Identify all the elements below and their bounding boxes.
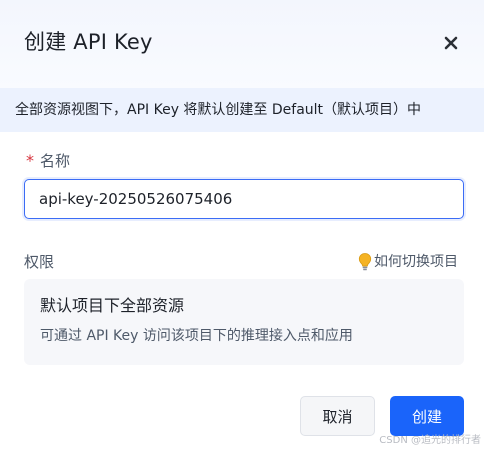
required-mark: * — [26, 151, 34, 170]
name-label-text: 名称 — [40, 152, 71, 170]
create-api-key-dialog: 创建 API Key 全部资源视图下，API Key 将默认创建至 Defaul… — [0, 0, 484, 451]
info-banner: 全部资源视图下，API Key 将默认创建至 Default（默认项目）中 — [0, 88, 484, 132]
cancel-button[interactable]: 取消 — [300, 396, 375, 436]
name-input[interactable] — [24, 179, 464, 219]
permission-label: 权限 — [24, 253, 55, 271]
switch-project-text: 如何切换项目 — [374, 254, 458, 270]
permission-card-title: 默认项目下全部资源 — [40, 296, 185, 315]
dialog-header: 创建 API Key — [0, 0, 484, 88]
switch-project-link[interactable]: 如何切换项目 — [358, 251, 458, 273]
close-icon[interactable] — [440, 32, 462, 54]
lightbulb-icon — [358, 252, 372, 272]
watermark: CSDN @追光的排行者 — [379, 435, 481, 446]
permission-card-desc: 可通过 API Key 访问该项目下的推理接入点和应用 — [40, 328, 353, 344]
permission-card: 默认项目下全部资源 可通过 API Key 访问该项目下的推理接入点和应用 — [24, 279, 464, 365]
create-button[interactable]: 创建 — [390, 396, 464, 436]
name-field-label: * 名称 — [26, 150, 70, 172]
dialog-title: 创建 API Key — [24, 30, 153, 54]
